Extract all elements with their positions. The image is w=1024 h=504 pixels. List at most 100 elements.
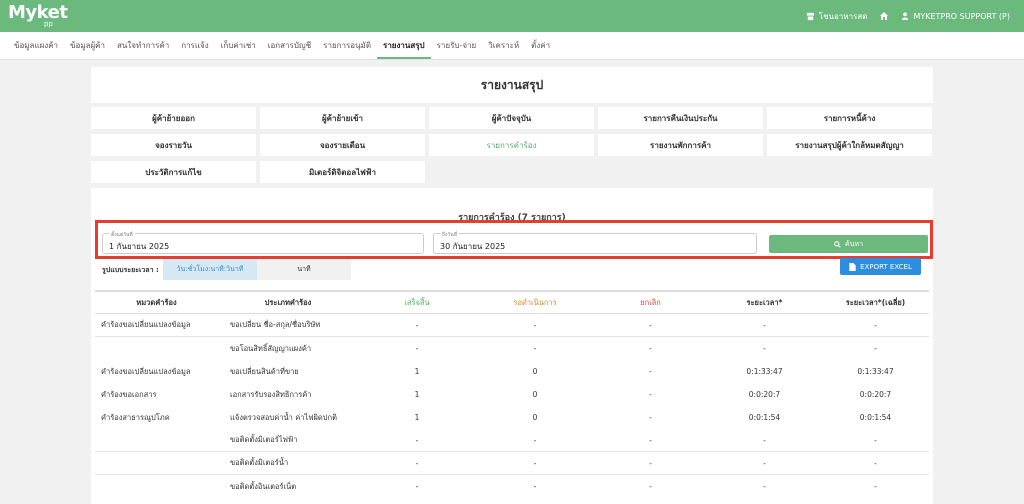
report-button-outstanding-debt[interactable]: รายการหนี้ค้าง	[767, 107, 932, 129]
app-logo[interactable]: Myket	[8, 2, 68, 23]
report-button-monthly-booking[interactable]: จองรายเดือน	[260, 134, 425, 156]
search-label: ค้นหา	[844, 239, 863, 248]
search-icon	[834, 240, 841, 248]
cell-duration: -	[763, 320, 766, 330]
top-right-menu: โชนอาหารสด MYKETPRO SUPPORT (P)	[806, 0, 1010, 32]
cell-type: ขอติดตั้งมิเตอร์น้ำ	[230, 458, 289, 467]
shop-selector[interactable]: โชนอาหารสด	[806, 10, 868, 23]
cell-type: ขอติดตั้งมิเตอร์ไฟฟ้า	[230, 435, 298, 444]
nav-item-settings[interactable]: ตั้งค่า	[525, 32, 556, 59]
file-icon	[849, 262, 856, 271]
cell-duration-avg: 0:0:1:54	[859, 413, 892, 422]
search-button[interactable]: ค้นหา	[769, 235, 928, 253]
header-pending[interactable]: รอดำเนินการ	[476, 297, 594, 309]
cell-done: -	[415, 320, 419, 330]
cell-pending: 0	[532, 390, 538, 399]
header-duration[interactable]: ระยะเวลา*	[707, 297, 822, 309]
nav-item-approvals[interactable]: รายการอนุมัติ	[317, 32, 377, 59]
header-done[interactable]: เสร็จสิ้น	[358, 297, 476, 309]
duration-format-dhms[interactable]: วัน:ชั่วโมง:นาที:วินาที	[163, 259, 257, 280]
nav-item-accounting[interactable]: เอกสารบัญชี	[262, 32, 317, 59]
cell-done: -	[415, 344, 419, 353]
nav-item-analysis[interactable]: วิเคราะห์	[482, 32, 525, 59]
nav-item-stalls[interactable]: ข้อมูลแผงค้า	[8, 32, 64, 59]
cell-category: คำร้องขอเอกสาร	[101, 389, 157, 399]
table-row: ขอติดตั้งมิเตอร์น้ำ - - - - -	[95, 452, 929, 475]
cell-done: 1	[414, 390, 420, 399]
cell-duration-avg: 0:1:33:47	[857, 367, 894, 376]
export-label: EXPORT EXCEL	[860, 262, 912, 271]
to-date-field[interactable]: ถึงวันที่ 30 กันยายน 2025	[433, 232, 757, 254]
report-button-moved-out[interactable]: ผู้ค้าย้ายออก	[91, 107, 256, 129]
cell-duration-avg: -	[874, 320, 877, 330]
shop-name: โชนอาหารสด	[818, 11, 868, 21]
cell-duration: 0:1:33:47	[746, 367, 783, 376]
header-duration-avg[interactable]: ระยะเวลา*(เฉลี่ย)	[822, 297, 929, 309]
page-title: รายงานสรุป	[480, 77, 544, 92]
report-button-current[interactable]: ผู้ค้าปัจจุบัน	[429, 107, 594, 129]
top-bar: Myket pp โชนอาหารสด MYKETPRO SUPPORT (P)	[0, 0, 1024, 32]
cell-type: ขอเปลี่ยน ชื่อ-สกุล/ชื่อบริษัท	[230, 320, 321, 329]
table-row: ขอติดตั้งมิเตอร์ไฟฟ้า - - - - -	[95, 429, 929, 452]
report-buttons: ผู้ค้าย้ายออก ผู้ค้าย้ายเข้า ผู้ค้าปัจจุ…	[91, 107, 933, 183]
cell-duration-avg: -	[874, 435, 877, 445]
app-logo-sub: pp	[44, 20, 53, 28]
cell-category: คำร้องขอเปลี่ยนแปลงข้อมูล	[101, 366, 191, 376]
export-excel-button[interactable]: EXPORT EXCEL	[840, 258, 921, 275]
cell-cancelled: -	[649, 390, 652, 399]
from-date-field[interactable]: ตั้งแต่วันที่ 1 กันยายน 2025	[102, 232, 424, 254]
nav-item-income-expense[interactable]: รายรับ-จ่าย	[431, 32, 483, 59]
cell-cancelled: -	[649, 482, 652, 491]
cell-pending: -	[533, 458, 537, 468]
cell-pending: 0	[532, 413, 538, 422]
cell-cancelled: -	[649, 435, 652, 445]
header-cancelled[interactable]: ยกเลิก	[594, 297, 707, 309]
nav-item-rent[interactable]: เก็บค่าเช่า	[215, 32, 262, 59]
duration-format-label: รูปแบบระยะเวลา :	[102, 266, 159, 274]
cell-cancelled: -	[649, 458, 652, 468]
cell-type: แจ้งตรวจสอบค่าน้ำ ค่าไฟผิดปกติ	[230, 412, 337, 422]
cell-category: คำร้องสาธารณูปโภค	[101, 412, 170, 422]
report-button-requests[interactable]: รายการคำร้อง	[429, 134, 594, 156]
cell-cancelled: -	[649, 413, 652, 422]
table-row: ขอโอนสิทธิ์สัญญาแผงค้า - - - - -	[95, 337, 929, 360]
cell-cancelled: -	[649, 367, 652, 376]
cell-pending: 0	[532, 367, 538, 376]
header-type[interactable]: ประเภทคำร้อง	[218, 297, 358, 309]
report-button-digital-meter[interactable]: มิเตอร์ดิจิตอลไฟฟ้า	[260, 161, 425, 183]
report-button-deposit-refund[interactable]: รายการคืนเงินประกัน	[598, 107, 763, 129]
cell-duration: 0:0:20:7	[748, 390, 781, 399]
table-row: คำร้องขอเอกสาร เอกสารรับรองสิทธิการค้า 1 0 -…	[95, 383, 929, 406]
cell-category: คำร้องขอเปลี่ยนแปลงข้อมูล	[101, 320, 191, 329]
main-nav: ข้อมูลแผงค้า ข้อมูลผู้ค้า สนใจทำการค้า ก…	[0, 32, 1024, 60]
home-button[interactable]	[879, 11, 889, 21]
nav-item-interested[interactable]: สนใจทำการค้า	[111, 32, 175, 59]
cell-done: 1	[414, 367, 420, 376]
report-button-suspended[interactable]: รายงานพักการค้า	[598, 134, 763, 156]
cell-duration: -	[763, 435, 766, 445]
cell-duration-avg: -	[874, 458, 877, 468]
from-date-value: 1 กันยายน 2025	[109, 242, 170, 251]
header-category[interactable]: หมวดคำร้อง	[95, 297, 218, 309]
cell-pending: -	[533, 435, 537, 445]
to-date-label: ถึงวันที่	[440, 232, 459, 238]
report-button-expiring-contracts[interactable]: รายงานสรุปผู้ค้าใกล้หมดสัญญา	[767, 134, 932, 156]
cell-done: -	[415, 458, 419, 468]
table-row: ขอติดตั้งอินเตอร์เน็ต - - - - -	[95, 475, 929, 498]
store-icon	[806, 12, 814, 20]
nav-item-merchants[interactable]: ข้อมูลผู้ค้า	[64, 32, 111, 59]
report-button-moved-in[interactable]: ผู้ค้าย้ายเข้า	[260, 107, 425, 129]
user-menu[interactable]: MYKETPRO SUPPORT (P)	[901, 12, 1010, 21]
nav-item-reports[interactable]: รายงานสรุป	[377, 32, 431, 59]
cell-pending: -	[533, 320, 537, 330]
duration-format-minutes[interactable]: นาที	[257, 259, 351, 280]
table-row: คำร้องสาธารณูปโภค แจ้งตรวจสอบค่าน้ำ ค่าไฟ…	[95, 406, 929, 429]
cell-duration-avg: -	[874, 344, 877, 353]
cell-duration: -	[763, 344, 766, 353]
report-button-daily-booking[interactable]: จองรายวัน	[91, 134, 256, 156]
cell-duration-avg: 0:0:20:7	[859, 390, 892, 399]
from-date-label: ตั้งแต่วันที่	[109, 232, 135, 238]
nav-item-notify[interactable]: การแจ้ง	[175, 32, 214, 59]
requests-table: หมวดคำร้อง ประเภทคำร้อง เสร็จสิ้น รอดำเน…	[95, 290, 929, 498]
report-button-edit-history[interactable]: ประวัติการแก้ไข	[91, 161, 256, 183]
